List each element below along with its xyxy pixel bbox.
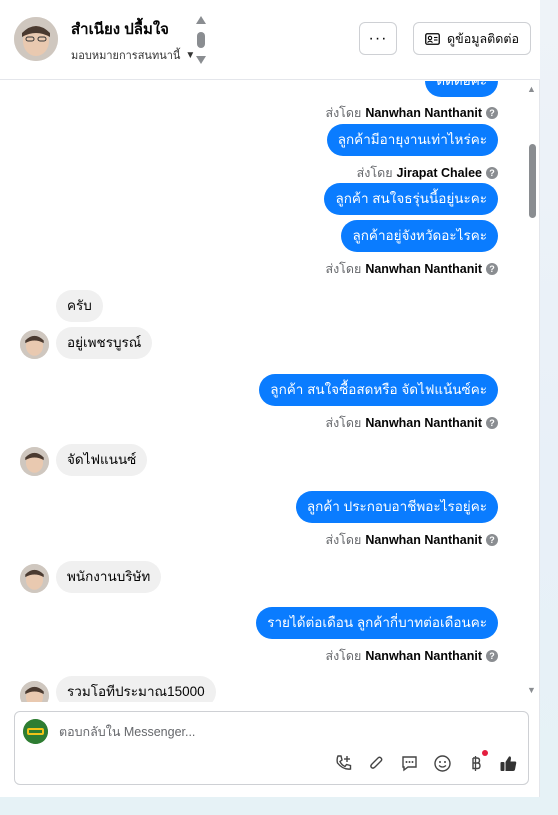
sent-by-line: ส่งโดย Jirapat Chalee ? xyxy=(357,163,498,183)
prev-arrow-icon[interactable] xyxy=(196,16,206,24)
page-avatar xyxy=(23,719,48,744)
contact-avatar-small[interactable] xyxy=(20,447,49,476)
incoming-message: ครับ xyxy=(56,290,103,322)
contact-avatar-small[interactable] xyxy=(20,330,49,359)
scroll-down-icon[interactable]: ▼ xyxy=(527,685,536,695)
view-contact-button[interactable]: ดูข้อมูลติดต่อ xyxy=(413,22,531,55)
outgoing-message: ติดต่อค่ะ xyxy=(425,81,498,97)
more-options-button[interactable]: ··· xyxy=(359,22,397,55)
call-add-icon[interactable] xyxy=(334,754,353,773)
contact-avatar-small[interactable] xyxy=(20,681,49,702)
message-scrollbar[interactable]: ▲ ▼ xyxy=(524,81,540,701)
reply-composer xyxy=(14,711,529,785)
incoming-message: พนักงานบริษัท xyxy=(56,561,162,593)
outgoing-message: ลูกค้ามีอายุงานเท่าไหร่คะ xyxy=(326,124,498,156)
sent-by-prefix: ส่งโดย xyxy=(325,649,362,663)
outgoing-message: ลูกค้าอยู่จังหวัดอะไรคะ xyxy=(341,220,498,252)
outgoing-message: ลูกค้า สนใจซื้อสดหรือ จัดไฟแน้นซ์คะ xyxy=(259,374,498,406)
incoming-message: รวมโอทีประมาณ15000 xyxy=(56,676,216,702)
help-icon[interactable]: ? xyxy=(486,107,498,119)
outgoing-message: ลูกค้า สนใจธรุ่นนี้อยู่นะคะ xyxy=(324,183,498,215)
help-icon[interactable]: ? xyxy=(486,650,498,662)
sender-name: Nanwhan Nanthanit xyxy=(365,416,482,430)
message-list: ติดต่อค่ะ ส่งโดย Nanwhan Nanthanit ? ลูก… xyxy=(0,81,540,702)
sender-name: Nanwhan Nanthanit xyxy=(365,106,482,120)
composer-toolbar xyxy=(334,750,518,773)
help-icon[interactable]: ? xyxy=(486,534,498,546)
sent-by-prefix: ส่งโดย xyxy=(325,106,362,120)
sent-by-prefix: ส่งโดย xyxy=(325,533,362,547)
notification-dot xyxy=(482,750,488,756)
more-icon: ··· xyxy=(368,29,388,47)
outgoing-message: ลูกค้า ประกอบอาชีพอะไรอยู่คะ xyxy=(295,491,498,523)
emoji-icon[interactable] xyxy=(433,754,452,773)
sent-by-prefix: ส่งโดย xyxy=(325,416,362,430)
scroll-up-icon[interactable]: ▲ xyxy=(527,84,536,94)
sent-by-line: ส่งโดย Nanwhan Nanthanit ? xyxy=(325,646,498,666)
baht-icon[interactable] xyxy=(466,750,488,773)
reply-input[interactable] xyxy=(59,722,499,742)
sender-name: Nanwhan Nanthanit xyxy=(365,649,482,663)
contact-name: สำเนียง ปลื้มใจ xyxy=(71,21,169,38)
contact-card-icon xyxy=(425,32,440,45)
outgoing-message: รายได้ต่อเดือน ลูกค้ากี่บาทต่อเดือนคะ xyxy=(256,607,498,639)
sent-by-line: ส่งโดย Nanwhan Nanthanit ? xyxy=(325,530,498,550)
sent-by-prefix: ส่งโดย xyxy=(356,166,393,180)
contact-avatar[interactable] xyxy=(14,17,58,61)
stepper-thumb[interactable] xyxy=(197,32,205,48)
sent-by-line: ส่งโดย Nanwhan Nanthanit ? xyxy=(325,259,498,279)
contact-avatar-small[interactable] xyxy=(20,564,49,593)
saved-reply-icon[interactable] xyxy=(400,754,419,773)
sender-name: Jirapat Chalee xyxy=(396,166,482,180)
conversation-stepper[interactable] xyxy=(194,16,208,64)
conversation-header: สำเนียง ปลื้มใจ มอบหมายการสนทนานี้ ▼ ···… xyxy=(0,0,540,80)
next-arrow-icon[interactable] xyxy=(196,56,206,64)
help-icon[interactable]: ? xyxy=(486,263,498,275)
sent-by-line: ส่งโดย Nanwhan Nanthanit ? xyxy=(325,413,498,433)
incoming-message: อยู่เพชรบูรณ์ xyxy=(56,327,153,359)
sent-by-prefix: ส่งโดย xyxy=(325,262,362,276)
help-icon[interactable]: ? xyxy=(486,167,498,179)
conversation-panel: สำเนียง ปลื้มใจ มอบหมายการสนทนานี้ ▼ ···… xyxy=(0,0,540,797)
like-icon[interactable] xyxy=(499,754,518,773)
view-contact-label: ดูข้อมูลติดต่อ xyxy=(447,31,519,46)
assign-conversation-dropdown[interactable]: มอบหมายการสนทนานี้ ▼ xyxy=(71,46,195,64)
attach-icon[interactable] xyxy=(367,754,386,773)
assign-label: มอบหมายการสนทนานี้ xyxy=(71,50,181,62)
sent-by-line: ส่งโดย Nanwhan Nanthanit ? xyxy=(325,103,498,123)
scroll-thumb[interactable] xyxy=(529,144,536,218)
sender-name: Nanwhan Nanthanit xyxy=(365,533,482,547)
incoming-message: จัดไฟแนนซ์ xyxy=(56,444,148,476)
help-icon[interactable]: ? xyxy=(486,417,498,429)
sender-name: Nanwhan Nanthanit xyxy=(365,262,482,276)
